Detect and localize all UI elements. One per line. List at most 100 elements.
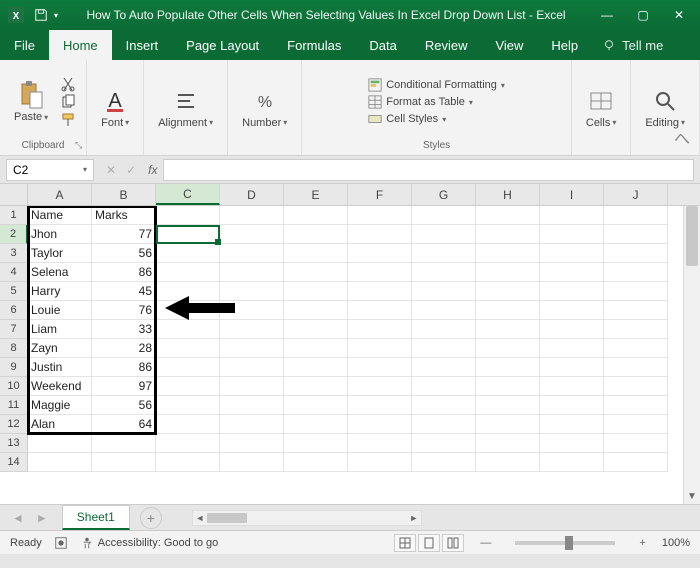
cell[interactable]	[540, 263, 604, 282]
cell[interactable]	[540, 206, 604, 225]
cell[interactable]	[476, 244, 540, 263]
col-header-D[interactable]: D	[220, 184, 284, 205]
cell[interactable]	[220, 396, 284, 415]
cell[interactable]	[156, 453, 220, 472]
cell[interactable]	[476, 320, 540, 339]
cell[interactable]	[220, 225, 284, 244]
cell[interactable]	[540, 396, 604, 415]
cell[interactable]	[156, 358, 220, 377]
cell[interactable]	[284, 301, 348, 320]
row-header[interactable]: 13	[0, 434, 28, 453]
cell[interactable]	[412, 396, 476, 415]
cell[interactable]	[412, 320, 476, 339]
cell[interactable]	[348, 415, 412, 434]
cell[interactable]	[540, 301, 604, 320]
select-all-corner[interactable]	[0, 184, 28, 205]
cell[interactable]	[540, 225, 604, 244]
row-header[interactable]: 7	[0, 320, 28, 339]
cell[interactable]	[476, 396, 540, 415]
cell[interactable]	[220, 206, 284, 225]
cell[interactable]	[540, 339, 604, 358]
cell[interactable]: Taylor	[28, 244, 92, 263]
cell[interactable]	[220, 358, 284, 377]
cell[interactable]	[476, 339, 540, 358]
confirm-formula-icon[interactable]: ✓	[126, 163, 136, 177]
vertical-scrollbar[interactable]: ▼	[683, 206, 700, 504]
cell[interactable]	[220, 263, 284, 282]
cell[interactable]	[604, 225, 668, 244]
cell[interactable]	[156, 434, 220, 453]
tab-page-layout[interactable]: Page Layout	[172, 30, 273, 60]
cell[interactable]: Name	[28, 206, 92, 225]
cell[interactable]	[284, 396, 348, 415]
format-as-table-button[interactable]: Format as Table▾	[368, 95, 505, 109]
col-header-I[interactable]: I	[540, 184, 604, 205]
sheet-nav-prev-icon[interactable]: ◄	[6, 511, 30, 525]
cell[interactable]: 64	[92, 415, 156, 434]
tab-insert[interactable]: Insert	[112, 30, 173, 60]
row-header[interactable]: 1	[0, 206, 28, 225]
col-header-B[interactable]: B	[92, 184, 156, 205]
tab-data[interactable]: Data	[355, 30, 410, 60]
cell[interactable]	[348, 453, 412, 472]
cell[interactable]	[92, 453, 156, 472]
cell[interactable]: Harry	[28, 282, 92, 301]
copy-icon[interactable]	[60, 94, 76, 110]
scroll-down-icon[interactable]: ▼	[684, 491, 700, 502]
cell[interactable]	[604, 453, 668, 472]
cell[interactable]	[220, 244, 284, 263]
cell[interactable]	[604, 377, 668, 396]
cell[interactable]	[284, 282, 348, 301]
cell[interactable]: Justin	[28, 358, 92, 377]
cell[interactable]	[476, 434, 540, 453]
view-normal-button[interactable]	[394, 534, 416, 552]
cell[interactable]	[156, 415, 220, 434]
maximize-button[interactable]: ▢	[630, 8, 656, 22]
tab-review[interactable]: Review	[411, 30, 482, 60]
row-header[interactable]: 14	[0, 453, 28, 472]
cell[interactable]	[412, 434, 476, 453]
cell[interactable]	[412, 282, 476, 301]
cell[interactable]: Alan	[28, 415, 92, 434]
cell[interactable]	[284, 377, 348, 396]
col-header-A[interactable]: A	[28, 184, 92, 205]
horizontal-scrollbar[interactable]: ◄ ►	[192, 510, 422, 526]
cell[interactable]: Selena	[28, 263, 92, 282]
macro-record-icon[interactable]	[54, 536, 68, 550]
cell[interactable]	[412, 206, 476, 225]
view-page-layout-button[interactable]	[418, 534, 440, 552]
cell[interactable]	[156, 320, 220, 339]
cell[interactable]	[284, 339, 348, 358]
cell[interactable]: 33	[92, 320, 156, 339]
sheet-tab-sheet1[interactable]: Sheet1	[62, 505, 130, 530]
cell[interactable]	[156, 339, 220, 358]
accessibility-status[interactable]: Accessibility: Good to go	[80, 536, 218, 550]
clipboard-launcher-icon[interactable]: ⤡	[75, 140, 82, 151]
hscroll-left-icon[interactable]: ◄	[193, 511, 207, 525]
alignment-button[interactable]: Alignment▾	[154, 85, 217, 131]
cells-button[interactable]: Cells▾	[582, 85, 620, 131]
row-header[interactable]: 6	[0, 301, 28, 320]
cell[interactable]	[412, 358, 476, 377]
view-page-break-button[interactable]	[442, 534, 464, 552]
cell[interactable]	[604, 339, 668, 358]
cell[interactable]	[348, 320, 412, 339]
tab-file[interactable]: File	[0, 30, 49, 60]
cell[interactable]	[28, 453, 92, 472]
cell[interactable]	[412, 377, 476, 396]
cell[interactable]	[476, 377, 540, 396]
cell[interactable]	[476, 263, 540, 282]
row-header[interactable]: 3	[0, 244, 28, 263]
cell[interactable]	[348, 301, 412, 320]
fx-icon[interactable]: fx	[148, 163, 157, 177]
add-sheet-button[interactable]: +	[140, 507, 162, 529]
cell[interactable]: 86	[92, 263, 156, 282]
tab-view[interactable]: View	[481, 30, 537, 60]
cell[interactable]: 77	[92, 225, 156, 244]
collapse-ribbon-icon[interactable]: へ	[674, 125, 690, 149]
col-header-G[interactable]: G	[412, 184, 476, 205]
cell[interactable]: Maggie	[28, 396, 92, 415]
cell[interactable]	[604, 434, 668, 453]
row-header[interactable]: 8	[0, 339, 28, 358]
cell[interactable]	[540, 453, 604, 472]
